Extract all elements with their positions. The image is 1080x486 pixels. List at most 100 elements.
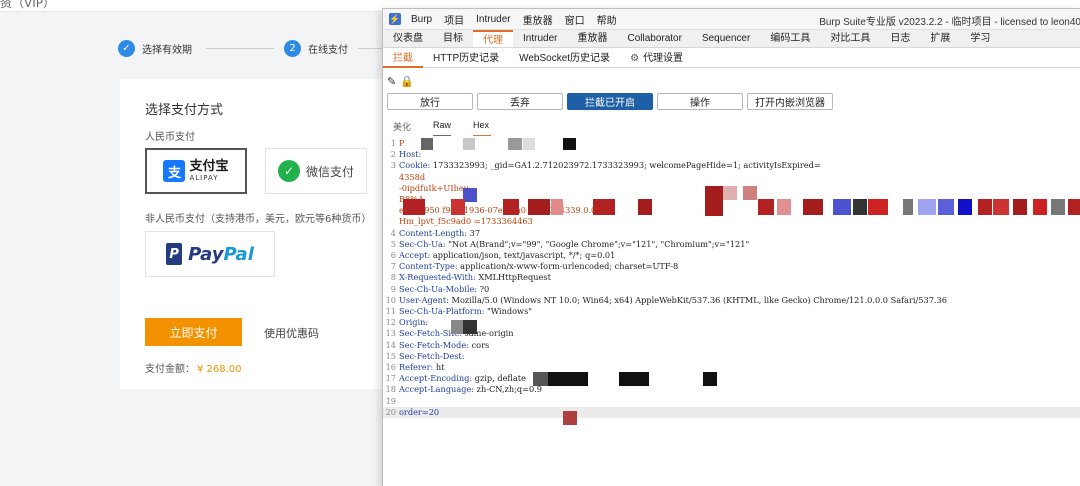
redaction-block [548,372,588,386]
line-text: 4358d [399,171,426,182]
line-text: Sec-Fetch-Mode: cors [399,339,490,350]
tab-intruder[interactable]: Intruder [513,30,567,47]
redaction-block [1068,199,1080,215]
alipay-logo: 支 支付宝 ALIPAY [163,159,229,183]
intercept-toggle-button[interactable]: 拦截已开启 [567,93,653,110]
window-title: Burp Suite专业版 v2023.2.2 - 临时项目 - license… [819,17,1080,28]
card-title: 选择支付方式 [145,103,224,118]
request-line: 18 Accept-Language: zh-CN,zh;q=0.9 [383,384,1080,395]
redaction-block [938,199,954,215]
use-coupon-link[interactable]: 使用优惠码 [264,325,319,341]
amount-value: ¥ 268.00 [197,364,242,375]
paypal-option[interactable]: P Pay Pal [145,231,275,277]
tab-learn[interactable]: 学习 [960,30,1000,47]
line-number: 19 [385,395,396,406]
tab-proxy[interactable]: 代理 [473,30,513,47]
line-text: Sec-Ch-Ua: "Not A(Brand";v="99", "Google… [399,238,750,249]
redaction-block [551,199,563,215]
redaction-block [593,199,615,215]
pencil-icon[interactable]: ✎ [387,75,396,88]
intercept-buttons: 放行 丢弃 拦截已开启 操作 打开内嵌浏览器 [387,93,837,110]
menu-intruder[interactable]: Intruder [476,14,510,25]
step-number-badge: 2 [284,40,301,57]
line-number: 18 [385,384,396,395]
request-line: 15 Sec-Fetch-Dest: [383,351,1080,362]
tab-target[interactable]: 目标 [433,30,473,47]
tab-decoder[interactable]: 编码工具 [760,30,820,47]
subtab-http-history[interactable]: HTTP历史记录 [423,49,509,68]
pay-now-button[interactable]: 立即支付 [145,318,242,346]
line-number: 13 [385,328,396,339]
forward-button[interactable]: 放行 [387,93,473,110]
open-browser-button[interactable]: 打开内嵌浏览器 [747,93,833,110]
view-tab-raw[interactable]: Raw [433,120,451,137]
request-editor[interactable]: 1 P 2 Host: 3 Cookie: 1733323993; _gid=GA1.2.… [383,136,1080,486]
tab-extensions[interactable]: 扩展 [920,30,960,47]
request-line: 19 [383,396,1080,407]
line-text: Content-Type: application/x-www-form-url… [399,261,679,272]
tab-sequencer[interactable]: Sequencer [692,30,760,47]
gear-icon: ⚙ [630,52,640,64]
payment-amount: 支付金额： ¥ 268.00 [145,360,242,375]
redaction-block [723,186,737,200]
step-divider [358,48,382,49]
step-label: 选择有效期 [142,45,192,56]
intercept-toolbar-icons: ✎ 🔒 [387,73,418,89]
request-line: 1P [383,138,1080,149]
alipay-en-name: ALIPAY [189,173,219,182]
tab-repeater[interactable]: 重放器 [567,30,617,47]
line-text: Cookie: 1733323993; _gid=GA1.2.712023972… [399,160,821,171]
menu-repeater[interactable]: 重放器 [523,12,553,27]
line-number: 6 [390,250,396,260]
proxy-settings-label: 代理设置 [643,52,684,64]
line-text: order=20 [399,406,440,417]
line-number: 17 [385,373,396,384]
request-line: 2 Host: [383,149,1080,160]
redaction-block [463,320,477,334]
amount-label: 支付金额： [145,364,195,375]
lock-icon[interactable]: 🔒 [400,75,414,88]
menu-project[interactable]: 项目 [444,12,464,27]
wechat-pay-option[interactable]: ✓ 微信支付 [265,148,367,194]
view-tab-hex[interactable]: Hex [473,120,492,137]
menu-burp[interactable]: Burp [411,14,432,25]
request-line: Hm_lpvt_f5c9ad0 =1733364463 [383,216,1080,227]
line-text: -0ipdfuIk+UIheu [399,182,469,193]
line-text: Sec-Ch-Ua-Mobile: ?0 [399,283,490,294]
tab-logger[interactable]: 日志 [880,30,920,47]
line-text: Referer: ht [399,362,445,372]
step-label: 在线支付 [308,45,348,56]
tab-dashboard[interactable]: 仪表盘 [383,30,433,47]
line-text: Sec-Fetch-Dest: [399,350,465,361]
redaction-block [563,138,576,150]
redaction-block [918,199,936,215]
paypal-word-pay: Pay [188,243,224,265]
tab-comparer[interactable]: 对比工具 [820,30,880,47]
subtab-websocket-history[interactable]: WebSocket历史记录 [509,49,620,68]
burp-menubar: ⚡ Burp 项目 Intruder 重放器 窗口 帮助 Burp Suite专… [383,9,1080,30]
tab-collaborator[interactable]: Collaborator [617,30,691,47]
redaction-block [619,372,649,386]
alipay-option[interactable]: 支 支付宝 ALIPAY [145,148,247,194]
request-line: 8 X-Requested-With: XMLHttpRequest [383,272,1080,283]
burp-logo-icon: ⚡ [389,13,401,25]
line-text: Accept-Language: zh-CN,zh;q=0.9 [399,384,542,395]
line-text: User-Agent: Mozilla/5.0 (Windows NT 10.0… [399,294,947,305]
menu-help[interactable]: 帮助 [597,12,617,27]
subtab-proxy-settings[interactable]: ⚙ 代理设置 [620,49,693,68]
drop-button[interactable]: 丢弃 [477,93,563,110]
redaction-block [803,199,823,215]
menu-window[interactable]: 窗口 [565,12,585,27]
line-number: 12 [385,317,396,328]
request-line: 17 Accept-Encoding: gzip, deflate [383,373,1080,384]
line-number: 15 [385,350,396,361]
message-view-tabs: 美化 Raw Hex [393,120,511,137]
subtab-intercept[interactable]: 拦截 [383,49,423,68]
redaction-block [703,372,717,386]
redaction-block [463,138,475,150]
redaction-block [503,199,519,215]
view-tab-pretty[interactable]: 美化 [393,120,411,133]
action-button[interactable]: 操作 [657,93,743,110]
redaction-block [528,199,550,215]
request-line: 6 Accept: application/json, text/javascri… [383,250,1080,261]
